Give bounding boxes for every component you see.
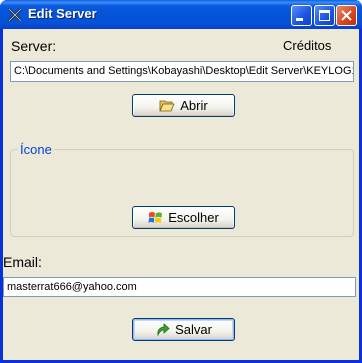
- choose-button[interactable]: Escolher: [132, 206, 235, 229]
- email-field[interactable]: masterrat666@yahoo.com: [3, 277, 356, 297]
- maximize-icon: [319, 10, 330, 21]
- server-label: Server:: [11, 38, 57, 54]
- credits-link[interactable]: Créditos: [283, 38, 331, 53]
- choose-button-label: Escolher: [168, 210, 219, 225]
- app-icon: [6, 6, 24, 24]
- client-area: Server: Créditos C:\Documents and Settin…: [3, 29, 359, 360]
- icon-group-label: Ícone: [18, 142, 54, 157]
- save-button[interactable]: Salvar: [132, 318, 235, 341]
- folder-open-icon: [159, 100, 175, 111]
- window-title: Edit Server: [28, 6, 97, 21]
- title-bar[interactable]: Edit Server: [0, 0, 362, 29]
- minimize-button[interactable]: [291, 5, 312, 26]
- windows-logo-icon: [148, 211, 163, 223]
- minimize-icon: [296, 18, 303, 21]
- save-arrow-icon: [157, 323, 170, 337]
- open-button-label: Abrir: [180, 98, 208, 113]
- maximize-button[interactable]: [314, 5, 335, 26]
- close-button[interactable]: [336, 5, 357, 26]
- email-label: Email:: [3, 254, 42, 270]
- open-button[interactable]: Abrir: [132, 94, 235, 117]
- close-icon: [341, 10, 352, 21]
- save-button-label: Salvar: [175, 322, 212, 337]
- server-path-field[interactable]: C:\Documents and Settings\Kobayashi\Desk…: [10, 61, 354, 82]
- edit-server-window: Edit Server Server: Créditos C:\Document…: [0, 0, 362, 363]
